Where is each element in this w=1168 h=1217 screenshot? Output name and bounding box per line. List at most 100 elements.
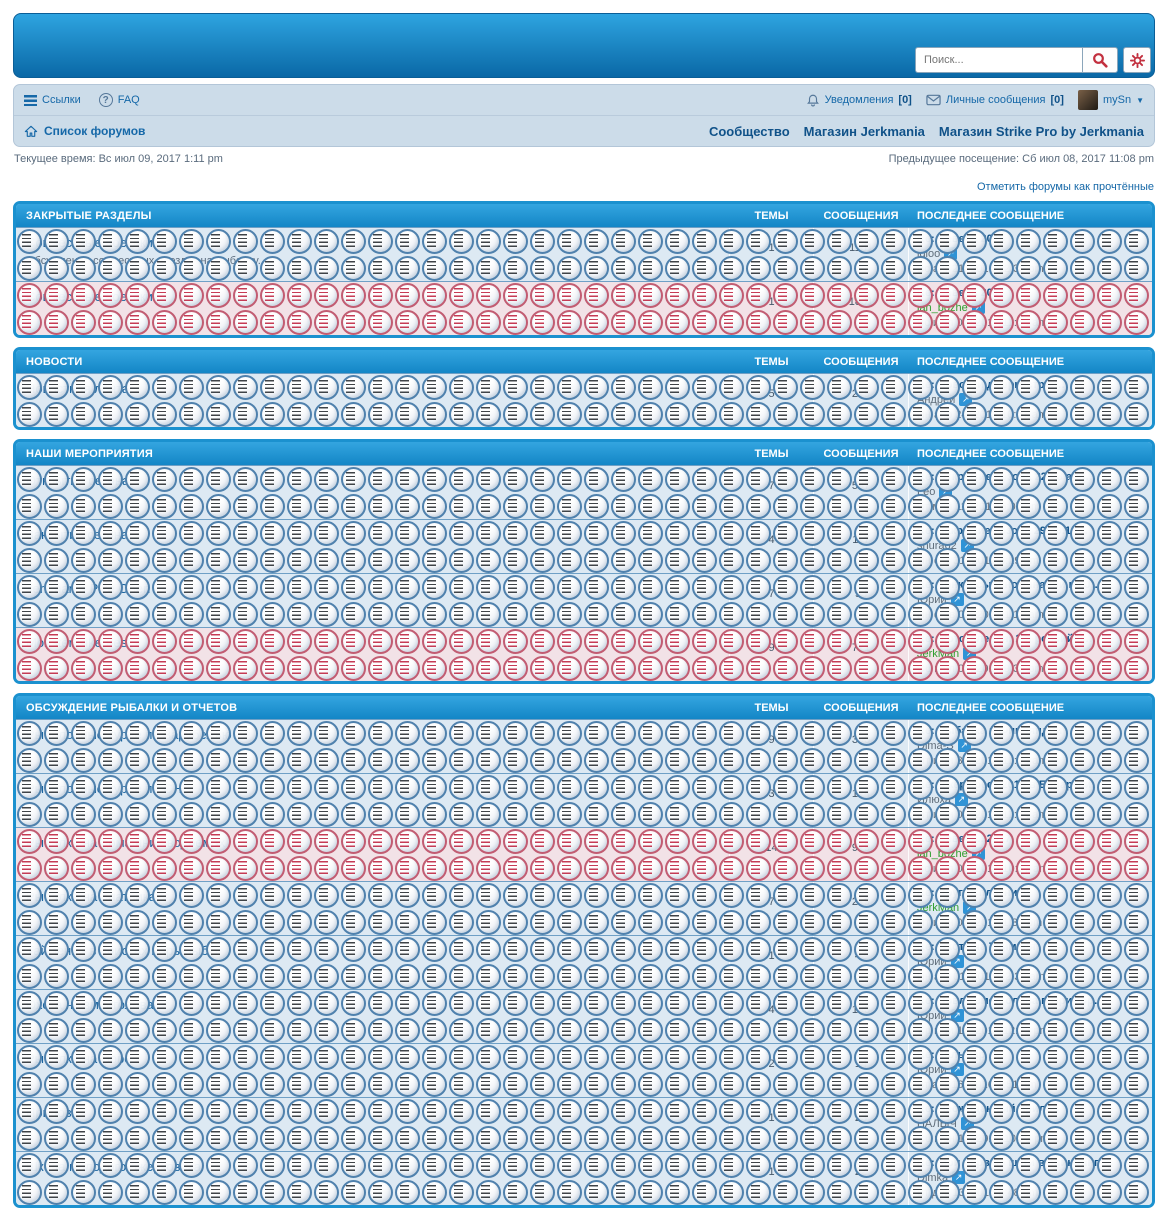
- topics-cell: 2: [729, 1044, 813, 1097]
- last-post-date: Чт май 11, 2017 6:07 pm: [917, 501, 1041, 513]
- forum-link[interactable]: Совместные поездки: [26, 235, 153, 250]
- jump-to-post-icon[interactable]: ↗: [957, 739, 971, 752]
- forum-link[interactable]: Закрытие сезона: [26, 527, 128, 542]
- last-post-link[interactable]: Re: Джеркфест 2016 в Беларуси.: [917, 779, 1144, 791]
- last-post-author[interactable]: Юрий: [917, 1064, 947, 1076]
- jump-to-post-icon[interactable]: ↗: [960, 1117, 974, 1130]
- jump-to-post-icon[interactable]: ↗: [950, 1009, 964, 1022]
- forum-row: Jerkmania Pike Open 7 93 Re: Конкурсы и ном…: [16, 573, 1152, 627]
- forum-row: Рыболовные турне по Зарубежью 9 300 Re: Рыб…: [16, 719, 1152, 773]
- jump-to-post-icon[interactable]: ↗: [950, 1063, 964, 1076]
- forum-link[interactable]: Охота на змееголова: [26, 997, 154, 1012]
- mark-forums-read-link[interactable]: Отметить форумы как прочтённые: [977, 181, 1154, 193]
- last-post-author[interactable]: Юрий: [917, 956, 947, 968]
- jump-to-post-icon[interactable]: ↗: [960, 539, 974, 552]
- jump-to-post-icon[interactable]: ↗: [950, 593, 964, 606]
- nav-link-community[interactable]: Сообщество: [709, 124, 790, 139]
- forum-link[interactable]: Рыбалка на платниках: [26, 889, 162, 904]
- last-post-cell: Re: Неожиданный прилов ПАЛЫЧ ↗ Сб июн 17, 2…: [908, 1098, 1152, 1151]
- forum-link[interactable]: Новостная лента: [26, 381, 129, 396]
- last-post-link[interactable]: Re: Рыбалка в Финляндии: [917, 725, 1144, 737]
- topics-cell: 4: [729, 990, 813, 1043]
- last-post-author[interactable]: Юрий: [917, 1010, 947, 1022]
- forum-link[interactable]: Рыболовные турне по СНГ: [26, 781, 189, 796]
- topics-cell: 9: [729, 720, 813, 773]
- last-post-author[interactable]: JerkMan: [917, 648, 959, 660]
- forum-row: Рыболовные турне по СНГ 3 124 Re: Джеркфест…: [16, 773, 1152, 827]
- category-header: НАШИ МЕРОПРИЯТИЯ ТЕМЫ СООБЩЕНИЯ ПОСЛЕДНЕЕ С…: [16, 442, 1152, 465]
- jump-to-post-icon[interactable]: ↗: [963, 647, 977, 660]
- last-post-author[interactable]: Leo: [917, 486, 935, 498]
- forum-name-cell: Совместные поездки Обсуждение совместных …: [16, 228, 729, 281]
- last-post-link[interactable]: Re: Неожиданный прилов: [917, 1103, 1144, 1115]
- search-button[interactable]: [1082, 47, 1118, 73]
- forum-link[interactable]: Открытие сезона: [26, 473, 129, 488]
- jump-to-post-icon[interactable]: ↗: [939, 485, 953, 498]
- last-post-author-row: igloo ↗: [917, 247, 1144, 260]
- last-post-link[interactable]: Re: Открытие сезона 22-23 апр…: [917, 471, 1144, 483]
- jump-to-post-icon[interactable]: ↗: [971, 847, 985, 860]
- last-post-author[interactable]: Dima-S: [917, 740, 954, 752]
- last-post-author[interactable]: JerkMan: [917, 902, 959, 914]
- forum-link[interactable]: Рыбалка на море: [26, 1051, 131, 1066]
- forum-link[interactable]: Совместные поездки 2: [26, 289, 164, 304]
- last-post-link[interactable]: Re: Кальмар: [917, 1049, 1144, 1061]
- last-post-author[interactable]: ian_bozhe: [917, 848, 968, 860]
- jump-to-post-icon[interactable]: ↗: [944, 247, 958, 260]
- category-title: НОВОСТИ: [26, 355, 83, 368]
- last-post-link[interactable]: Re: Фотогалерея: 1-я российск…: [917, 633, 1144, 645]
- last-post-author[interactable]: ПАЛЫЧ: [917, 1118, 957, 1130]
- search-input[interactable]: [915, 47, 1082, 73]
- forum-link[interactable]: Monster Pike Fest: [26, 635, 131, 650]
- forum-description: Обсуждение совместных поездок на рыбалку…: [26, 255, 261, 267]
- nav-link-shop-jerkmania[interactable]: Магазин Jerkmania: [804, 124, 925, 139]
- nav-link-shop-strikepro[interactable]: Магазин Strike Pro by Jerkmania: [939, 124, 1144, 139]
- last-post-link[interactable]: Re: Новости джеркостроя…: [917, 379, 1144, 391]
- notifications-link[interactable]: Уведомления [0]: [806, 93, 912, 108]
- jump-to-post-icon[interactable]: ↗: [954, 793, 968, 806]
- username: mySn: [1102, 94, 1132, 106]
- last-post-link[interactable]: Re: Охота на Тайменя: [917, 941, 1144, 953]
- last-post-link[interactable]: Re: Конкурсы и номинации на J…: [917, 579, 1144, 591]
- jump-to-post-icon[interactable]: ↗: [959, 393, 973, 406]
- last-post-link[interactable]: Re: Ловля змееголова в Примор…: [917, 995, 1144, 1007]
- last-post-date: Пт июн 02, 2017 11:14 am: [917, 809, 1048, 821]
- last-post-author[interactable]: shura62: [917, 540, 957, 552]
- last-post-link[interactable]: Re: Севера 2017: [917, 287, 1144, 299]
- forum-list: ЗАКРЫТЫЕ РАЗДЕЛЫ ТЕМЫ СООБЩЕНИЯ ПОСЛЕДНЕЕ С…: [13, 201, 1155, 1208]
- last-post-cell: Re: Мои первые шаги в спиннинг Dimka ↗ Вт д…: [908, 1152, 1152, 1205]
- last-post-author[interactable]: Dimka: [917, 1172, 948, 1184]
- last-post-cell: Re: Конкурсы и номинации на J… Юрий ↗ Пн фе…: [908, 574, 1152, 627]
- last-post-author[interactable]: ian_bozhe: [917, 302, 968, 314]
- forum-link[interactable]: Рыбалка на домашних водоемах: [26, 835, 225, 850]
- last-post-date: Сб июн 17, 2017 10:13 pm: [917, 1133, 1050, 1145]
- user-menu[interactable]: mySn ▼: [1077, 90, 1144, 110]
- forum-link[interactable]: Jerkmania Pike Open: [26, 581, 150, 596]
- last-post-link[interactable]: Re: Другие платники: [917, 887, 1144, 899]
- last-post-link[interactable]: Re: Закрытие сезона 29-30.10…: [917, 525, 1144, 537]
- last-post-cell: Re: Охота на Тайменя Юрий ↗ Пн авг 01, 2016…: [908, 936, 1152, 989]
- forum-link[interactable]: Прилов: [26, 1105, 72, 1120]
- forum-name-cell: Прилов: [16, 1098, 729, 1151]
- last-post-author[interactable]: Андрей: [917, 394, 955, 406]
- faq-link[interactable]: ? FAQ: [98, 93, 140, 107]
- jump-to-post-icon[interactable]: ↗: [971, 301, 985, 314]
- last-post-link[interactable]: Re: Севера...2017: [917, 833, 1144, 845]
- posts-count: 124: [851, 788, 871, 800]
- last-post-link[interactable]: Re: Севера 2016: [917, 233, 1144, 245]
- forum-link[interactable]: Школа молодого джерковика: [26, 1159, 201, 1174]
- private-messages-link[interactable]: Личные сообщения [0]: [926, 94, 1064, 106]
- links-menu[interactable]: Ссылки: [24, 94, 81, 106]
- breadcrumb[interactable]: Список форумов: [24, 124, 145, 138]
- search-settings-button[interactable]: [1123, 47, 1151, 73]
- jump-to-post-icon[interactable]: ↗: [963, 901, 977, 914]
- last-post-author[interactable]: Илюха: [917, 794, 951, 806]
- forum-link[interactable]: Рыболовные турне по Зарубежью: [26, 727, 232, 742]
- jump-to-post-icon[interactable]: ↗: [950, 955, 964, 968]
- last-post-author[interactable]: igloo: [917, 248, 940, 260]
- last-post-author[interactable]: Юрий: [917, 594, 947, 606]
- column-header-lastpost: ПОСЛЕДНЕЕ СООБЩЕНИЕ: [917, 447, 1065, 460]
- jump-to-post-icon[interactable]: ↗: [952, 1171, 966, 1184]
- forum-link[interactable]: Таймень - в поисках царь-рыбы: [26, 943, 218, 958]
- last-post-link[interactable]: Re: Мои первые шаги в спиннинг: [917, 1157, 1144, 1169]
